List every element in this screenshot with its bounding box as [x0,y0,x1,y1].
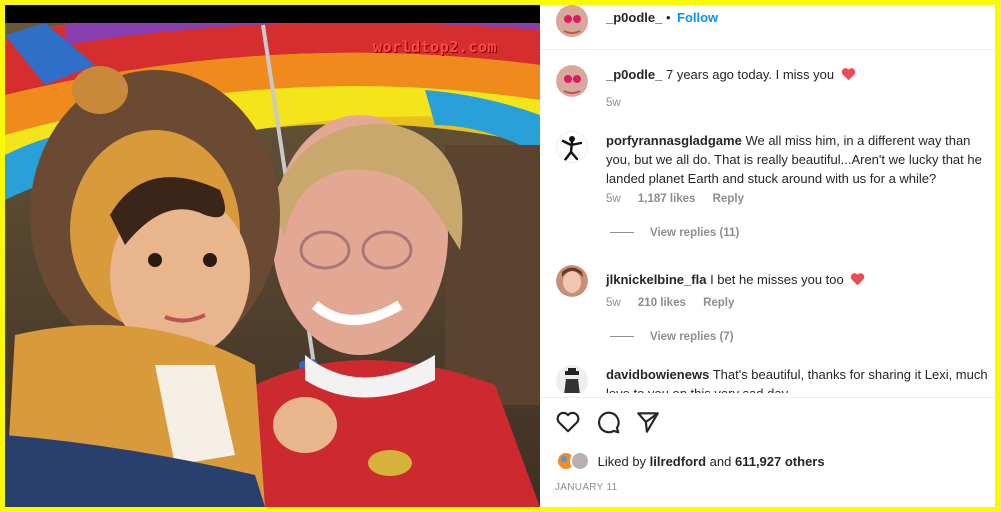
liked-by-user[interactable]: lilredford [650,454,706,469]
view-replies-button[interactable]: View replies (11) [610,227,739,239]
view-replies-label: View replies (7) [650,331,734,343]
replies-line [610,232,634,234]
comment-meta: 5w 1,187 likes Reply [606,193,758,205]
reply-button[interactable]: Reply [703,297,734,309]
comment-age: 5w [606,193,621,205]
liked-by-conj: and [709,454,732,469]
comment-meta: 5w 210 likes Reply [606,297,748,309]
comment-avatar[interactable] [556,131,588,163]
photo-top-bar [5,5,540,23]
comment-body: porfyrannasgladgame We all miss him, in … [606,131,994,188]
separator-dot: • [666,10,671,25]
view-replies-button[interactable]: View replies (7) [610,331,734,343]
author-username[interactable]: _p0odle_ [606,10,662,25]
post-image [5,5,540,507]
comment-avatar[interactable] [556,365,588,393]
comments-panel: _p0odle_ • Follow _p0odle_ 7 years ago t… [540,5,995,507]
actions-divider [540,397,995,398]
likes-count[interactable]: 611,927 others [735,454,825,469]
post-header: _p0odle_ • Follow [540,5,995,37]
comment-body: davidbowienews That's beautiful, thanks … [606,365,994,393]
comment-likes[interactable]: 1,187 likes [638,193,696,205]
paper-plane-icon[interactable] [635,409,661,435]
comment-item: porfyrannasgladgame We all miss him, in … [540,129,995,249]
comment-text: I bet he misses you too [710,272,844,287]
comment-username[interactable]: davidbowienews [606,367,709,382]
comment-age: 5w [606,297,621,309]
post-date: JANUARY 11 [555,482,618,493]
comment-item: _p0odle_ 7 years ago today. I miss you 5… [540,63,995,113]
comment-username[interactable]: jlknickelbine_fla [606,272,706,287]
comment-bubble-icon[interactable] [595,409,621,435]
comment-item: jlknickelbine_fla I bet he misses you to… [540,263,995,343]
comment-username[interactable]: _p0odle_ [606,67,662,82]
comment-meta: 5w [606,97,635,109]
likes-summary: Liked by lilredford and 611,927 others [556,451,825,471]
watermark-text: worldtop2.com [373,38,497,56]
follow-button[interactable]: Follow [677,10,718,25]
comment-body: jlknickelbine_fla I bet he misses you to… [606,270,994,291]
avatar-icon [556,365,588,393]
replies-line [610,336,634,338]
comment-username[interactable]: porfyrannasgladgame [606,133,742,148]
avatar-icon [556,265,588,297]
view-replies-label: View replies (11) [650,227,740,239]
red-heart-icon [850,272,865,291]
comment-avatar[interactable] [556,265,588,297]
author-avatar[interactable] [556,5,588,37]
avatar-icon [556,5,588,37]
comment-age: 5w [606,97,621,109]
post-photo: worldtop2.com [5,5,540,507]
comment-text: 7 years ago today. I miss you [665,67,835,82]
liked-by-prefix: Liked by [597,454,647,469]
post-actions [540,403,995,443]
header-divider [540,49,995,50]
comment-likes[interactable]: 210 likes [638,297,686,309]
avatar-icon [556,65,588,97]
heart-outline-icon[interactable] [555,409,581,435]
reply-button[interactable]: Reply [713,193,744,205]
liker-avatars-icon [556,451,590,471]
red-heart-icon [841,67,856,86]
comment-avatar[interactable] [556,65,588,97]
comment-body: _p0odle_ 7 years ago today. I miss you [606,65,994,86]
comment-item: davidbowienews That's beautiful, thanks … [540,363,995,393]
dancer-avatar-icon [561,136,583,162]
liker-avatars [556,451,594,471]
